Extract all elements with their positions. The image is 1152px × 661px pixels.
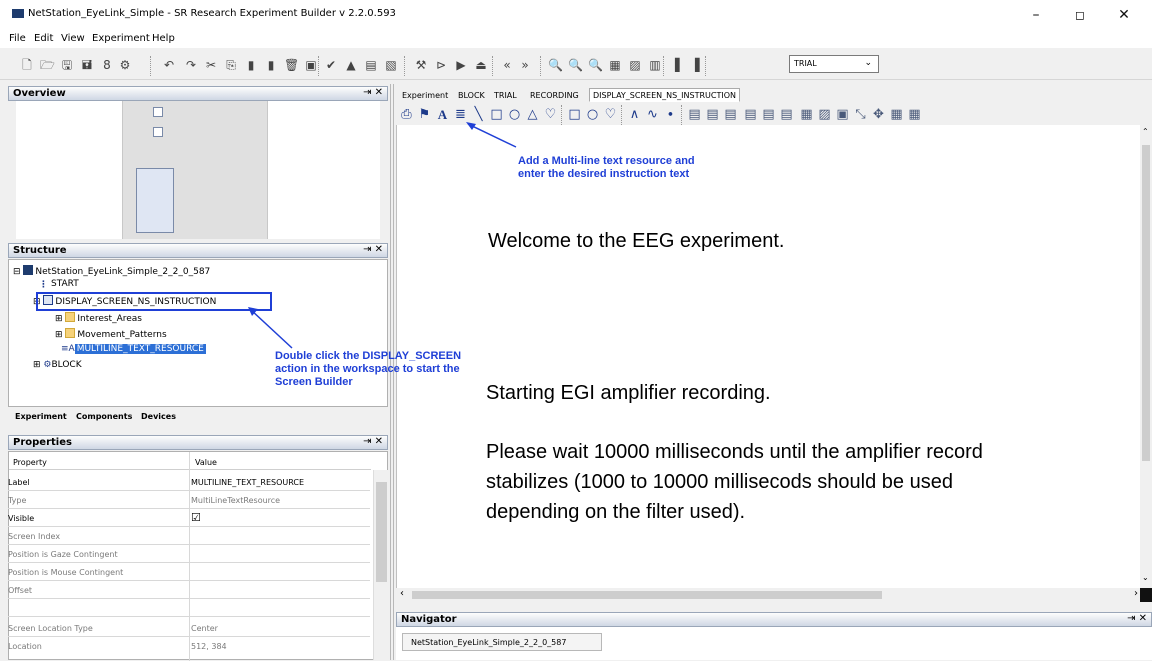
- annotation-line: Screen Builder: [275, 376, 353, 388]
- annotation-arrow-line: [467, 123, 517, 148]
- annotation-line: Add a Multi-line text resource and: [518, 155, 695, 167]
- annotation-multiline: Add a Multi-line text resource and enter…: [518, 155, 695, 181]
- annotation-line: action in the workspace to start the: [275, 363, 460, 375]
- annotation-line: enter the desired instruction text: [518, 168, 690, 180]
- annotation-arrows: [248, 122, 517, 349]
- annotation-doubleclick: Double click the DISPLAY_SCREEN action i…: [275, 350, 461, 389]
- annotation-arrow-line: [249, 308, 293, 349]
- annotation-line: Double click the DISPLAY_SCREEN: [275, 350, 462, 362]
- annotation-arrowhead: [466, 122, 476, 130]
